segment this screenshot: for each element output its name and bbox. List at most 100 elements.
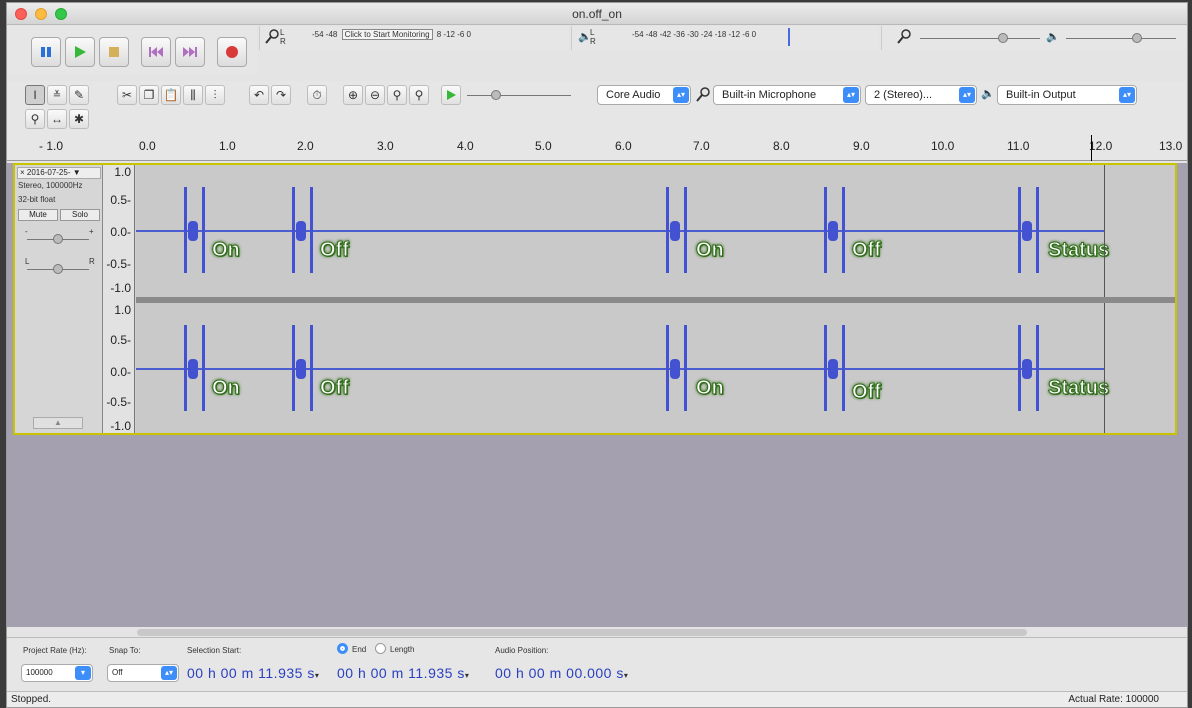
chevron-down-icon: ▾	[75, 666, 91, 680]
playback-device-speaker-icon: 🔈	[981, 88, 995, 100]
play-at-speed-button[interactable]	[441, 85, 461, 105]
snap-to-select[interactable]: Off ▴▾	[107, 664, 179, 682]
play-speed-thumb[interactable]	[491, 90, 501, 100]
trim-icon: ⫼	[190, 87, 196, 102]
sync-lock-button[interactable]: ⏱	[307, 85, 327, 105]
end-radio-label: End	[352, 645, 367, 654]
microphone-icon	[265, 29, 279, 44]
output-volume-thumb[interactable]	[1132, 33, 1142, 43]
zoom-out-icon: ⊖	[369, 88, 381, 102]
mute-button[interactable]: Mute	[18, 209, 58, 221]
record-meter-toolbar: LR -54 -48 Click to Start Monitoring 8 -…	[259, 26, 569, 50]
project-rate-select[interactable]: 100000 ▾	[21, 664, 93, 682]
stop-icon	[109, 47, 119, 57]
snap-to-label: Snap To:	[109, 646, 141, 655]
pause-button[interactable]	[31, 37, 61, 67]
gain-slider-plus-label: +	[89, 227, 94, 236]
skip-to-start-button[interactable]	[141, 37, 171, 67]
mixer-toolbar: 🔈	[881, 26, 1187, 50]
audio-track[interactable]: × 2016-07-25- ▼ Stereo, 100000Hz 32-bit …	[13, 163, 1177, 435]
stop-button[interactable]	[99, 37, 129, 67]
trim-button[interactable]: ⫼	[183, 85, 203, 105]
selection-tool-button[interactable]: I	[25, 85, 45, 105]
fit-project-button[interactable]: ⚲	[409, 85, 429, 105]
selection-end-field[interactable]: 00 h 00 m 11.935 s▾	[337, 665, 469, 681]
input-volume-slider[interactable]	[920, 38, 1040, 39]
record-meter-ticks-end: 8 -12 -6 0	[436, 30, 471, 39]
playhead-marker	[1091, 135, 1092, 161]
audio-position-label: Audio Position:	[495, 646, 549, 655]
y-axis-label: 0.0-	[110, 365, 131, 379]
waveform-channel-left[interactable]: On Off On Off Status	[136, 165, 1175, 297]
playback-meter[interactable]: -54 -48 -42 -36 -30 -24 -18 -12 -6 0	[632, 30, 872, 44]
track-area[interactable]: × 2016-07-25- ▼ Stereo, 100000Hz 32-bit …	[7, 163, 1187, 627]
draw-tool-button[interactable]: ✎	[69, 85, 89, 105]
end-radio[interactable]	[337, 643, 348, 654]
status-bar: Stopped. Actual Rate: 100000	[7, 691, 1187, 707]
collapse-track-button[interactable]: ▲	[33, 417, 83, 429]
title-bar: on.off_on	[7, 3, 1187, 25]
record-button[interactable]	[217, 37, 247, 67]
pan-slider-thumb[interactable]	[53, 264, 63, 274]
silence-button[interactable]: ⫶	[205, 85, 225, 105]
skip-end-icon	[183, 47, 197, 57]
redo-icon: ↷	[275, 88, 287, 102]
record-meter[interactable]: -54 -48 Click to Start Monitoring 8 -12 …	[312, 29, 562, 44]
undo-button[interactable]: ↶	[249, 85, 269, 105]
actual-rate-text: Actual Rate: 100000	[1068, 694, 1159, 705]
zoom-out-button[interactable]: ⊖	[365, 85, 385, 105]
selection-start-field[interactable]: 00 h 00 m 11.935 s▾	[187, 665, 319, 681]
silence-icon: ⫶	[213, 87, 217, 102]
skip-to-end-button[interactable]	[175, 37, 205, 67]
gain-slider-thumb[interactable]	[53, 234, 63, 244]
track-name: 2016-07-25-	[26, 168, 71, 177]
audio-position-field[interactable]: 00 h 00 m 00.000 s▾	[495, 665, 628, 681]
playback-meter-toolbar: 🔈 LR -54 -48 -42 -36 -30 -24 -18 -12 -6 …	[571, 26, 879, 50]
record-meter-lr-label: LR	[280, 28, 286, 46]
paste-button[interactable]: 📋	[161, 85, 181, 105]
ruler-tick: 8.0	[773, 139, 790, 153]
recording-channels-value: 2 (Stereo)...	[874, 89, 933, 101]
redo-button[interactable]: ↷	[271, 85, 291, 105]
play-speed-slider[interactable]	[467, 95, 571, 96]
copy-button[interactable]: ❐	[139, 85, 159, 105]
multi-tool-button[interactable]: ✱	[69, 109, 89, 129]
record-monitoring-prompt[interactable]: Click to Start Monitoring	[341, 29, 433, 40]
timeshift-tool-button[interactable]: ↔	[47, 109, 67, 129]
window-title: on.off_on	[572, 7, 622, 21]
ruler-tick: 0.0	[139, 139, 156, 153]
zoom-in-icon: ⊕	[347, 88, 359, 102]
length-radio[interactable]	[375, 643, 386, 654]
project-rate-value: 100000	[26, 668, 53, 677]
play-button[interactable]	[65, 37, 95, 67]
y-axis-label: -0.5-	[106, 257, 131, 271]
ruler-tick: 1.0	[219, 139, 236, 153]
input-volume-thumb[interactable]	[998, 33, 1008, 43]
y-axis-label: -0.5-	[106, 395, 131, 409]
chevron-down-icon: ▾	[314, 671, 320, 680]
recording-channels-select[interactable]: 2 (Stereo)... ▴▾	[865, 85, 977, 105]
recording-device-select[interactable]: Built-in Microphone ▴▾	[713, 85, 861, 105]
envelope-tool-button[interactable]: ≚	[47, 85, 67, 105]
y-axis-label: 0.0-	[110, 225, 131, 239]
timeline-ruler[interactable]: - 1.0 0.0 1.0 2.0 3.0 4.0 5.0 6.0 7.0 8.…	[7, 135, 1187, 161]
output-volume-slider[interactable]	[1066, 38, 1176, 39]
close-track-icon[interactable]: ×	[20, 168, 25, 177]
waveform-channel-right[interactable]: On Off On Off Status	[136, 303, 1175, 433]
cut-button[interactable]: ✂	[117, 85, 137, 105]
chevron-down-icon: ▾	[464, 671, 470, 680]
solo-button[interactable]: Solo	[60, 209, 100, 221]
horizontal-scrollbar[interactable]	[137, 629, 1027, 636]
audio-host-select[interactable]: Core Audio ▴▾	[597, 85, 691, 105]
fit-selection-button[interactable]: ⚲	[387, 85, 407, 105]
playback-device-select[interactable]: Built-in Output ▴▾	[997, 85, 1137, 105]
annotation-off: Off	[320, 377, 350, 400]
chevron-updown-icon: ▴▾	[1119, 87, 1135, 103]
track-name-menu[interactable]: × 2016-07-25- ▼	[17, 167, 101, 179]
chevron-updown-icon: ▴▾	[959, 87, 975, 103]
zoom-tool-button[interactable]: ⚲	[25, 109, 45, 129]
track-sample-format: 32-bit float	[18, 195, 56, 204]
zoom-in-button[interactable]: ⊕	[343, 85, 363, 105]
chevron-updown-icon: ▴▾	[843, 87, 859, 103]
snap-to-value: Off	[112, 668, 123, 677]
